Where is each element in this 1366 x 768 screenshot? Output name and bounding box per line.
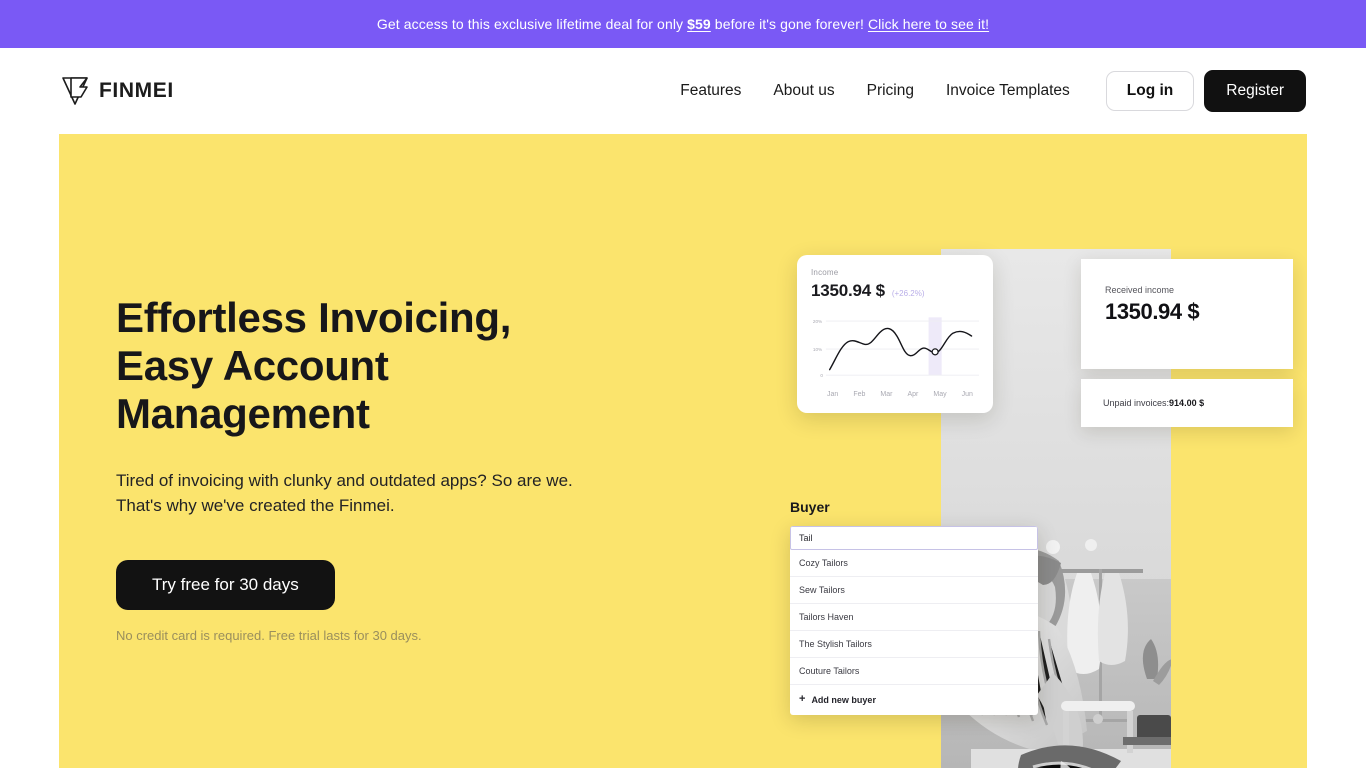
received-income-card: Received income 1350.94 $	[1081, 259, 1293, 369]
plus-icon: +	[799, 693, 806, 705]
chart-x-tick-jan: Jan	[827, 391, 839, 398]
hero-copy: Effortless Invoicing, Easy Account Manag…	[116, 294, 656, 645]
register-button[interactable]: Register	[1204, 70, 1306, 112]
buyer-option-cozy-tailors[interactable]: Cozy Tailors	[790, 550, 1038, 577]
chart-x-axis-labels: Jan Feb Mar Apr May Jun	[811, 391, 979, 398]
add-new-buyer-label: Add new buyer	[811, 694, 876, 705]
buyer-search-input[interactable]	[790, 526, 1038, 550]
promo-prefix: Get access to this exclusive lifetime de…	[376, 16, 688, 32]
buyer-option-couture-tailors[interactable]: Couture Tailors	[790, 658, 1038, 685]
promo-middle: before it's gone forever!	[710, 16, 868, 32]
hero-title-line-1: Effortless Invoicing,	[116, 294, 512, 341]
svg-text:20%: 20%	[813, 319, 822, 324]
product-mockup: Income 1350.94 $ (+26.2%) 20% 10% 0 Jan …	[673, 134, 1307, 768]
received-income-label: Received income	[1105, 285, 1175, 295]
finmei-logo-icon	[60, 75, 90, 107]
income-card: Income 1350.94 $ (+26.2%) 20% 10% 0 Jan …	[797, 255, 993, 413]
income-card-label: Income	[811, 268, 839, 277]
promo-price: $59	[687, 16, 711, 32]
nav-item-invoice-templates[interactable]: Invoice Templates	[946, 82, 1070, 100]
income-amount: 1350.94 $	[811, 281, 885, 300]
promo-banner: Get access to this exclusive lifetime de…	[0, 0, 1366, 48]
nav-links: Features About us Pricing Invoice Templa…	[680, 82, 1070, 100]
buyer-option-the-stylish-tailors[interactable]: The Stylish Tailors	[790, 631, 1038, 658]
promo-cta-link[interactable]: Click here to see it!	[868, 16, 989, 32]
buyer-label: Buyer	[790, 499, 830, 515]
svg-text:0: 0	[820, 373, 823, 378]
unpaid-invoices-card: Unpaid invoices: 914.00 $	[1081, 379, 1293, 427]
received-income-amount: 1350.94 $	[1105, 299, 1200, 324]
nav-item-about-us[interactable]: About us	[773, 82, 834, 100]
buyer-option-sew-tailors[interactable]: Sew Tailors	[790, 577, 1038, 604]
buyer-option-tailors-haven[interactable]: Tailors Haven	[790, 604, 1038, 631]
svg-text:10%: 10%	[813, 347, 822, 352]
add-new-buyer-button[interactable]: + Add new buyer	[790, 685, 1038, 715]
brand-name: FINMEI	[99, 79, 174, 102]
chart-x-tick-jun: Jun	[961, 391, 973, 398]
hero-title-line-3: Management	[116, 390, 370, 437]
site-header: FINMEI Features About us Pricing Invoice…	[0, 48, 1366, 134]
brand-logo[interactable]: FINMEI	[60, 75, 174, 107]
buyer-field-group: Buyer Cozy Tailors Sew Tailors Tailors H…	[790, 499, 1038, 715]
hero-section: Effortless Invoicing, Easy Account Manag…	[59, 134, 1307, 768]
income-delta-badge: (+26.2%)	[891, 289, 925, 298]
try-free-button[interactable]: Try free for 30 days	[116, 560, 335, 610]
unpaid-invoices-amount: 914.00 $	[1169, 398, 1205, 408]
login-button[interactable]: Log in	[1105, 71, 1195, 111]
income-line-chart: 20% 10% 0 Jan Feb Mar Apr May Jun	[811, 311, 979, 407]
buyer-dropdown-panel: Cozy Tailors Sew Tailors Tailors Haven T…	[790, 526, 1038, 715]
main-navigation: Features About us Pricing Invoice Templa…	[680, 70, 1306, 112]
nav-item-features[interactable]: Features	[680, 82, 741, 100]
page-title: Effortless Invoicing, Easy Account Manag…	[116, 294, 656, 438]
chart-x-tick-apr: Apr	[907, 391, 919, 398]
hero-title-line-2: Easy Account	[116, 342, 389, 389]
chart-x-tick-mar: Mar	[880, 391, 893, 398]
chart-x-tick-feb: Feb	[853, 391, 866, 398]
hero-note: No credit card is required. Free trial l…	[116, 628, 422, 643]
chart-x-tick-may: May	[933, 391, 947, 398]
unpaid-invoices-label: Unpaid invoices:	[1103, 398, 1170, 408]
nav-item-pricing[interactable]: Pricing	[867, 82, 914, 100]
income-card-value-row: 1350.94 $ (+26.2%)	[811, 281, 979, 301]
hero-subtitle: Tired of invoicing with clunky and outda…	[116, 471, 573, 515]
